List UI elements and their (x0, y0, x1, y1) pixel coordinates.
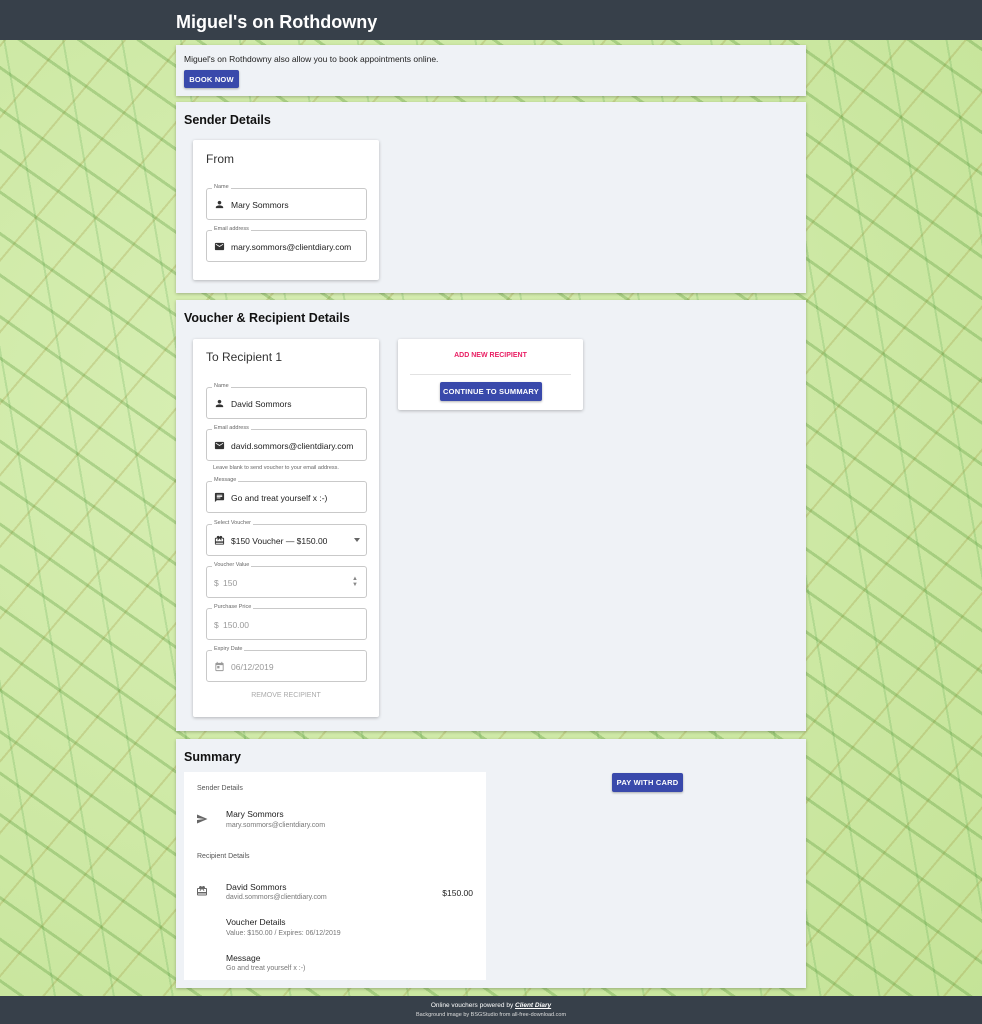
field-label: Purchase Price (212, 604, 254, 610)
dropdown-arrow-icon (354, 538, 360, 542)
sender-details-panel: Sender Details From Name Mary Sommors Em… (176, 102, 806, 293)
summary-recipient-price: $150.00 (442, 888, 473, 898)
voucher-details-panel: Voucher & Recipient Details To Recipient… (176, 300, 806, 731)
mail-icon (214, 441, 225, 450)
summary-message-value: Go and treat yourself x :-) (226, 965, 306, 972)
summary-sender-email: mary.sommors@clientdiary.com (226, 822, 326, 829)
purchase-price-field[interactable]: Purchase Price $ 150.00 (206, 604, 367, 640)
field-label: Name (212, 184, 231, 190)
intro-panel: Miguel's on Rothdowny also allow you to … (176, 45, 806, 96)
summary-recipient-email: david.sommors@clientdiary.com (226, 894, 327, 901)
voucher-value-value: 150 (223, 578, 238, 588)
field-label: Select Voucher (212, 520, 253, 526)
field-label: Message (212, 477, 239, 483)
message-icon (214, 492, 225, 503)
recipient-email-value: david.sommors@clientdiary.com (231, 441, 354, 451)
client-diary-link[interactable]: Client Diary (515, 1002, 551, 1009)
footer-powered-text: Online vouchers powered by (430, 1002, 514, 1009)
recipient-email-field[interactable]: Email address david.sommors@clientdiary.… (206, 425, 367, 461)
summary-recipient-name: David Sommors (226, 882, 287, 892)
top-bar: Miguel's on Rothdowny (0, 0, 982, 40)
sender-name-field[interactable]: Name Mary Sommors (206, 184, 367, 220)
field-label: Email address (212, 226, 251, 232)
summary-section-title: Summary (184, 750, 241, 764)
person-icon (215, 200, 224, 209)
summary-sender-name: Mary Sommors (226, 809, 284, 819)
pay-with-card-button[interactable]: PAY WITH CARD (612, 773, 683, 792)
expiry-date-value: 06/12/2019 (231, 662, 274, 672)
mail-icon (214, 242, 225, 251)
sender-email-value: mary.sommors@clientdiary.com (231, 242, 352, 252)
summary-message-label: Message (226, 953, 261, 963)
message-field[interactable]: Message Go and treat yourself x :-) (206, 477, 367, 513)
voucher-value-field[interactable]: Voucher Value $ 150 ▲ ▼ (206, 562, 367, 598)
recipient-name-value: David Sommors (231, 399, 292, 409)
sender-card-title: From (206, 152, 234, 166)
gift-card-icon (214, 535, 225, 545)
footer-powered-by: Online vouchers powered by Client Diary (0, 1002, 982, 1009)
field-label: Name (212, 383, 231, 389)
recipient-name-field[interactable]: Name David Sommors (206, 383, 367, 419)
purchase-price-value: 150.00 (223, 620, 249, 630)
footer-credit: Background image by BSGStudio from all-f… (415, 1012, 567, 1018)
recipient-card: To Recipient 1 Name David Sommors Email … (193, 339, 379, 717)
footer: Online vouchers powered by Client Diary … (0, 996, 982, 1024)
intro-text: Miguel's on Rothdowny also allow you to … (184, 54, 439, 64)
remove-recipient-button[interactable]: REMOVE RECIPIENT (193, 692, 379, 699)
sender-card: From Name Mary Sommors Email address mar… (193, 140, 379, 280)
page-title: Miguel's on Rothdowny (176, 12, 378, 32)
continue-to-summary-button[interactable]: CONTINUE TO SUMMARY (440, 382, 542, 401)
add-new-recipient-button[interactable]: ADD NEW RECIPIENT (398, 352, 583, 359)
summary-panel: Summary Sender Details Mary Sommors mary… (176, 739, 806, 988)
recipient-actions-card: ADD NEW RECIPIENT CONTINUE TO SUMMARY (398, 339, 583, 410)
field-label: Expiry Date (212, 646, 245, 652)
field-label: Voucher Value (212, 562, 252, 568)
email-hint: Leave blank to send voucher to your emai… (213, 465, 339, 471)
gift-card-icon (197, 886, 207, 896)
summary-card: Sender Details Mary Sommors mary.sommors… (184, 772, 486, 980)
summary-sender-heading: Sender Details (197, 785, 243, 792)
book-now-button[interactable]: BOOK NOW (184, 70, 239, 88)
select-voucher-dropdown[interactable]: Select Voucher $150 Voucher — $150.00 (206, 520, 367, 556)
send-icon (197, 814, 208, 824)
summary-voucher-details-label: Voucher Details (226, 917, 286, 927)
currency-prefix: $ (214, 620, 219, 630)
expiry-date-field[interactable]: Expiry Date 06/12/2019 (206, 646, 367, 682)
select-voucher-value: $150 Voucher — $150.00 (231, 536, 328, 546)
message-value: Go and treat yourself x :-) (231, 493, 328, 503)
sender-name-value: Mary Sommors (231, 200, 289, 210)
sender-email-field[interactable]: Email address mary.sommors@clientdiary.c… (206, 226, 367, 262)
recipient-card-title: To Recipient 1 (206, 350, 283, 364)
voucher-section-title: Voucher & Recipient Details (184, 311, 350, 325)
spinner-icon[interactable]: ▲ ▼ (352, 576, 358, 588)
field-label: Email address (212, 425, 251, 431)
currency-prefix: $ (214, 578, 219, 588)
person-icon (215, 399, 224, 408)
divider (410, 374, 571, 375)
sender-section-title: Sender Details (184, 113, 271, 127)
summary-recipient-heading: Recipient Details (197, 853, 250, 860)
summary-voucher-details-value: Value: $150.00 / Expires: 06/12/2019 (226, 930, 341, 937)
calendar-icon (215, 661, 224, 672)
